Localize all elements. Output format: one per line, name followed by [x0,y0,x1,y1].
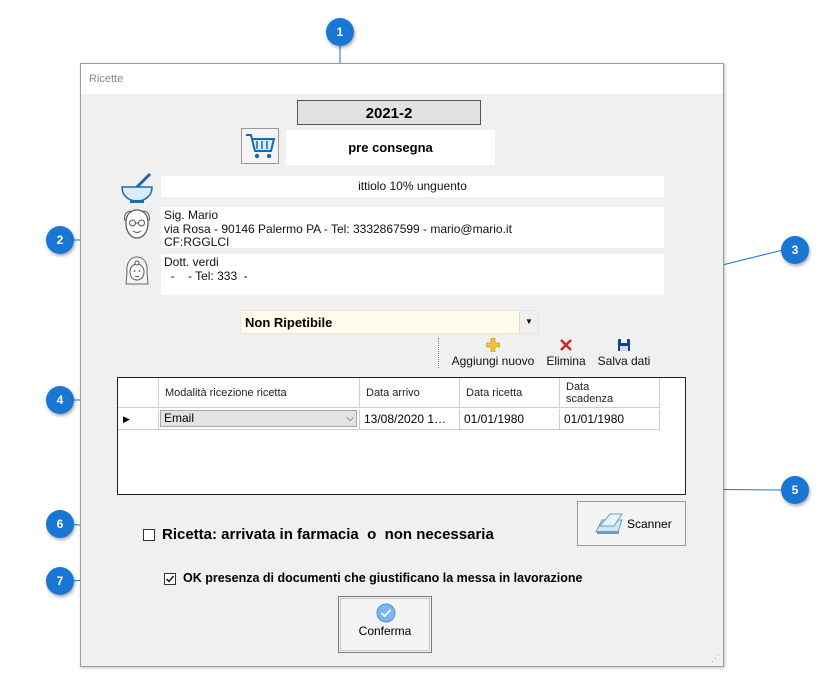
prescription-type-value: Non Ripetibile [245,315,333,330]
column-header-prescription-date[interactable]: Data ricetta [460,378,560,408]
arrived-checkbox-label[interactable]: Ricetta: arrivata in farmacia o non nece… [162,526,494,543]
save-data-button[interactable]: Salva dati [594,338,654,372]
ricette-window: Ricette 2021-2 pre consegna ittiolo 10% … [80,63,724,667]
arrived-checkbox[interactable] [143,529,155,541]
floppy-disk-icon [618,339,630,351]
delete-button[interactable]: Elimina [544,338,588,372]
callout-5: 5 [781,476,809,504]
check-circle-icon [376,603,396,623]
patient-info: Sig. Mario via Rosa - 90146 Palermo PA -… [161,207,664,249]
documents-checkbox[interactable] [164,573,176,585]
close-icon [560,339,572,351]
callout-6: 6 [46,510,74,538]
expiry-date-cell[interactable]: 01/01/1980 [560,409,660,430]
save-data-label: Salva dati [597,354,651,368]
row-selector-arrow-icon[interactable]: ▶ [118,409,159,430]
callout-1: 1 [326,18,354,46]
column-header-expiry[interactable]: Data scadenza [560,378,660,408]
confirm-button[interactable]: Conferma [338,596,432,653]
reception-grid: Modalità ricezione ricetta Data arrivo D… [117,377,686,495]
toolbar-grip [438,338,440,368]
doctor-avatar-icon [118,254,156,290]
patient-tax-code: CF:RGGLCI [164,235,230,249]
grid-corner-header [118,378,159,408]
doctor-contacts: - - Tel: 333 - [164,269,248,283]
callout-2: 2 [46,226,74,254]
delete-label: Elimina [546,354,586,368]
callout-4: 4 [46,386,74,414]
title-bar: Ricette [81,64,723,94]
scanner-icon [595,513,623,534]
doctor-name: Dott. verdi [164,255,219,269]
cart-button[interactable] [241,128,279,164]
patient-address: via Rosa - 90146 Palermo PA - Tel: 33328… [164,222,512,236]
chevron-down-icon: ⌵ [346,413,354,424]
scanner-button[interactable]: Scanner [577,501,686,546]
resize-grip[interactable]: ⋰ [711,653,720,664]
reception-mode-select[interactable]: Email ⌵ [160,410,357,427]
reception-mode-value: Email [164,411,195,425]
add-new-button[interactable]: Aggiungi nuovo [448,338,538,372]
doctor-info: Dott. verdi - - Tel: 333 - [161,254,664,295]
scanner-label: Scanner [627,517,672,531]
checkmark-icon [166,575,175,583]
column-header-arrival[interactable]: Data arrivo [360,378,460,408]
callout-3: 3 [781,236,809,264]
chevron-down-icon[interactable]: ▼ [519,311,538,333]
callout-7: 7 [46,567,74,595]
column-header-mode[interactable]: Modalità ricezione ricetta [159,378,360,408]
prescription-date-cell[interactable]: 01/01/1980 [460,409,560,430]
year-label: 2021-2 [297,100,481,125]
mortar-pestle-icon [118,170,156,206]
window-title: Ricette [89,73,124,85]
prescription-type-select[interactable]: Non Ripetibile ▼ [240,310,539,334]
patient-avatar-icon [118,207,156,243]
cart-icon [246,134,276,159]
arrival-date-cell[interactable]: 13/08/2020 1… [360,409,460,430]
plus-icon [486,338,500,352]
table-row: Email ⌵ [159,409,360,430]
medicine-name: ittiolo 10% unguento [161,176,664,197]
patient-name: Sig. Mario [164,208,219,222]
grid-toolbar: Aggiungi nuovo Elimina Salva dati [436,334,656,374]
documents-checkbox-label[interactable]: OK presenza di documenti che giustifican… [183,571,582,585]
status-label: pre consegna [286,130,495,165]
confirm-label: Conferma [358,624,412,638]
add-new-label: Aggiungi nuovo [451,354,535,368]
